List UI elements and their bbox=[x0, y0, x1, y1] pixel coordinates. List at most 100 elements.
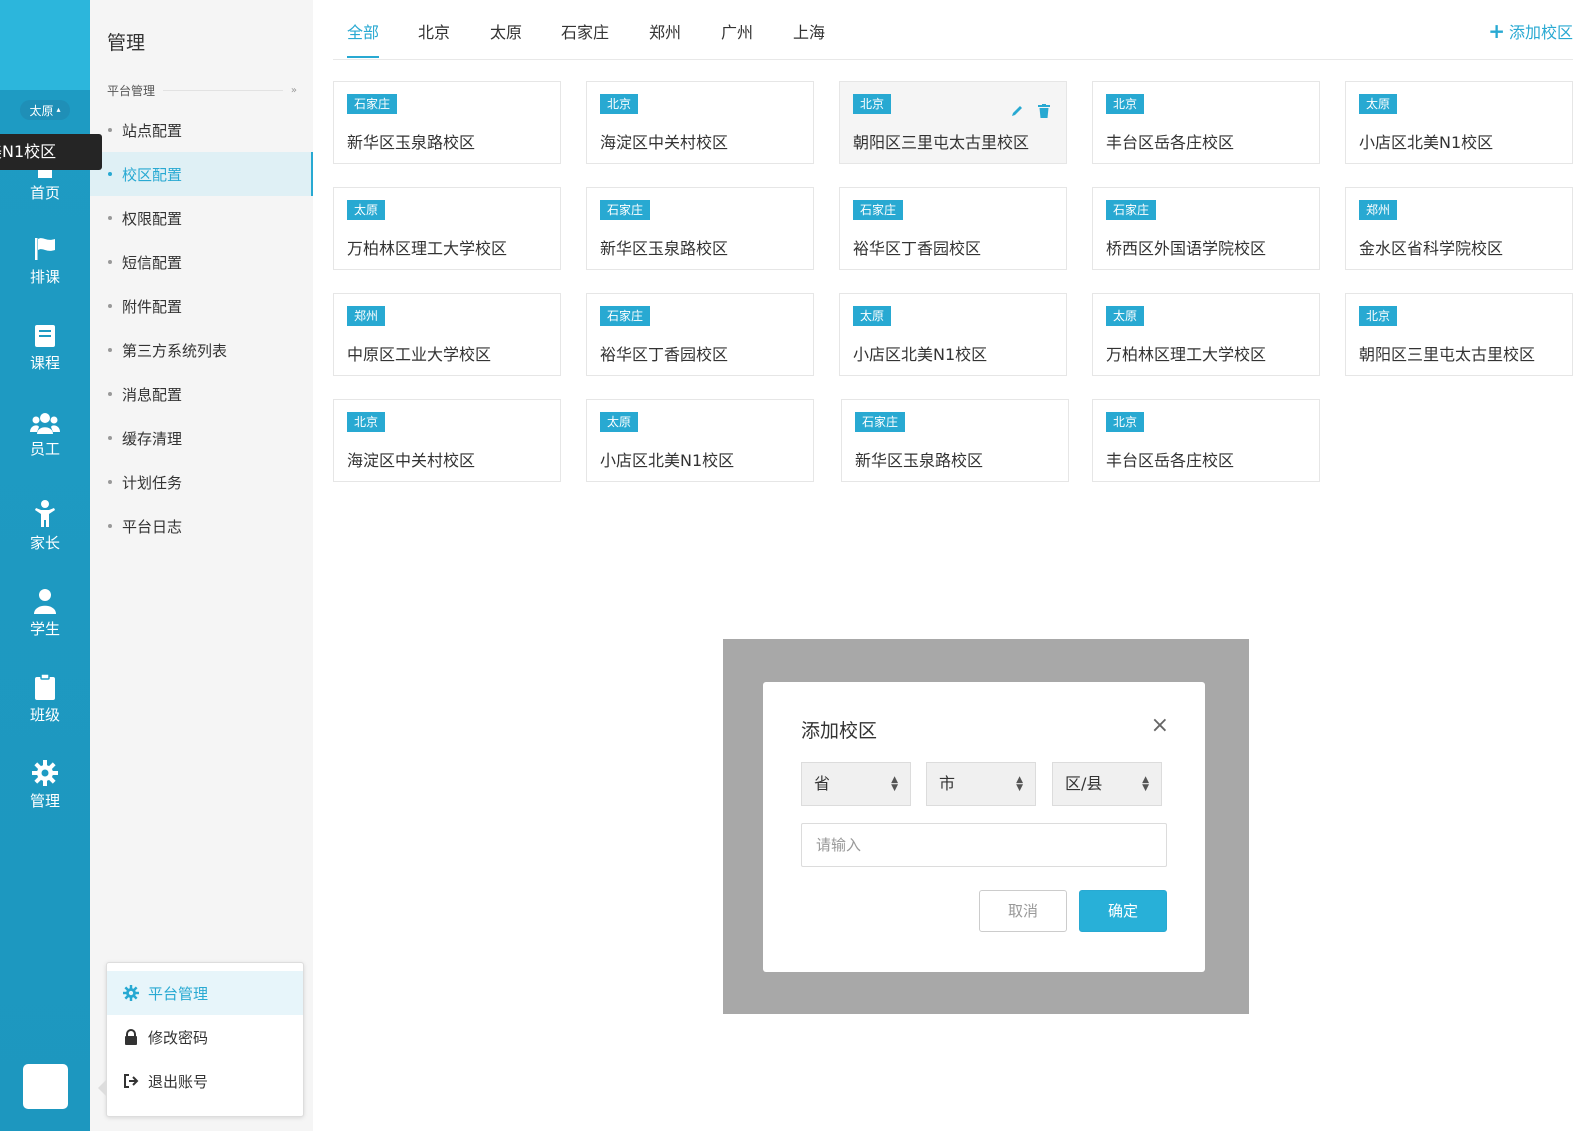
campus-card[interactable]: 太原 万柏林区理工大学校区 bbox=[333, 187, 561, 270]
city-badge: 北京 bbox=[600, 94, 639, 114]
sidebar-item-cache-clear[interactable]: 缓存清理 bbox=[90, 416, 313, 460]
campus-card[interactable]: 郑州 中原区工业大学校区 bbox=[333, 293, 561, 376]
campus-card[interactable]: 石家庄 裕华区丁香园校区 bbox=[586, 293, 814, 376]
sidebar-item-permission-config[interactable]: 权限配置 bbox=[90, 196, 313, 240]
nav-course[interactable]: 课程 bbox=[0, 324, 90, 373]
campus-card[interactable]: 石家庄裕华区丁香园校区 bbox=[839, 187, 1067, 270]
campus-card[interactable]: 石家庄 新华区玉泉路校区 bbox=[586, 187, 814, 270]
nav-parent-label: 家长 bbox=[29, 534, 60, 552]
delete-icon[interactable] bbox=[1038, 104, 1050, 118]
city-badge: 北京 bbox=[1106, 94, 1145, 114]
tab-taiyuan[interactable]: 太原 bbox=[490, 19, 522, 43]
campus-card[interactable]: 北京 丰台区岳各庄校区 bbox=[1092, 81, 1320, 164]
tab-guangzhou[interactable]: 广州 bbox=[721, 19, 753, 43]
tab-zhengzhou[interactable]: 郑州 bbox=[649, 19, 681, 43]
province-select-value: 省 bbox=[814, 774, 831, 793]
popup-item-platform-admin[interactable]: 平台管理 bbox=[107, 971, 303, 1015]
campus-card[interactable]: 郑州 金水区省科学院校区 bbox=[1345, 187, 1573, 270]
campus-card[interactable]: 太原 小店区北美N1校区 bbox=[839, 293, 1067, 376]
campus-card[interactable]: 北京 朝阳区三里屯太古里校区 bbox=[839, 81, 1067, 164]
bullet bbox=[108, 128, 112, 132]
cancel-button[interactable]: 取消 bbox=[979, 890, 1067, 932]
campus-card[interactable]: 太原小店区北美N1校区 bbox=[586, 399, 814, 482]
campus-name: 裕华区丁香园校区 bbox=[600, 345, 729, 364]
close-icon[interactable]: × bbox=[1151, 715, 1169, 737]
nav-parent[interactable]: 家长 bbox=[0, 500, 90, 553]
bullet bbox=[108, 480, 112, 484]
city-select[interactable]: 市 ▲ ▼ bbox=[926, 762, 1036, 806]
sidebar-item-site-config[interactable]: 站点配置 bbox=[90, 108, 313, 152]
flag-icon bbox=[35, 238, 55, 260]
nav-class[interactable]: 班级 bbox=[0, 674, 90, 725]
campus-card[interactable]: 石家庄 新华区玉泉路校区 bbox=[333, 81, 561, 164]
gear-icon bbox=[123, 985, 139, 1001]
city-badge: 太原 bbox=[600, 412, 639, 432]
campus-card[interactable]: 北京 朝阳区三里屯太古里校区 bbox=[1345, 293, 1573, 376]
popup-item-label: 退出账号 bbox=[148, 1072, 209, 1091]
sidebar-item-sms-config[interactable]: 短信配置 bbox=[90, 240, 313, 284]
sidebar-item-message-config[interactable]: 消息配置 bbox=[90, 372, 313, 416]
plus-icon: + bbox=[1488, 19, 1505, 43]
nav-admin-label: 管理 bbox=[29, 792, 60, 810]
campus-name: 裕华区丁香园校区 bbox=[853, 239, 982, 258]
sidebar-title: 管理 bbox=[107, 32, 146, 54]
campus-card[interactable]: 太原 小店区北美N1校区 bbox=[1345, 81, 1573, 164]
nav-student-label: 学生 bbox=[29, 620, 60, 638]
campus-card[interactable]: 石家庄 桥西区外国语学院校区 bbox=[1092, 187, 1320, 270]
sidebar-item-scheduled-tasks[interactable]: 计划任务 bbox=[90, 460, 313, 504]
logo-area bbox=[0, 0, 90, 90]
sidebar-item-campus-config[interactable]: 校区配置 bbox=[90, 152, 313, 196]
avatar[interactable] bbox=[23, 1064, 68, 1109]
add-campus-button[interactable]: + 添加校区 bbox=[1488, 19, 1573, 43]
bullet bbox=[108, 348, 112, 352]
lock-icon bbox=[125, 1029, 137, 1045]
tab-beijing[interactable]: 北京 bbox=[418, 19, 450, 43]
popup-item-logout[interactable]: 退出账号 bbox=[107, 1059, 303, 1103]
nav-schedule[interactable]: 排课 bbox=[0, 236, 90, 287]
sidebar-group-header[interactable]: 平台管理 » bbox=[107, 80, 297, 100]
popup-item-label: 平台管理 bbox=[148, 984, 209, 1003]
campus-name-input[interactable] bbox=[801, 823, 1167, 867]
gear-icon bbox=[32, 760, 58, 786]
edit-icon[interactable] bbox=[1010, 104, 1024, 118]
tab-all[interactable]: 全部 bbox=[347, 19, 380, 58]
campus-card[interactable]: 北京 海淀区中关村校区 bbox=[333, 399, 561, 482]
city-badge: 太原 bbox=[1106, 306, 1145, 326]
campus-card[interactable]: 石家庄 新华区玉泉路校区 bbox=[841, 399, 1069, 482]
sidebar-item-platform-log[interactable]: 平台日志 bbox=[90, 504, 313, 548]
tab-shijiazhuang[interactable]: 石家庄 bbox=[561, 19, 609, 43]
campus-name: 海淀区中关村校区 bbox=[600, 133, 729, 152]
campus-card[interactable]: 北京海淀区中关村校区 bbox=[586, 81, 814, 164]
sidebar-item-label: 校区配置 bbox=[122, 165, 183, 184]
province-select[interactable]: 省 ▲ ▼ bbox=[801, 762, 911, 806]
district-select[interactable]: 区/县 ▲ ▼ bbox=[1052, 762, 1162, 806]
sidebar-item-label: 计划任务 bbox=[122, 473, 183, 492]
tab-shanghai[interactable]: 上海 bbox=[793, 19, 825, 43]
city-badge: 石家庄 bbox=[600, 200, 651, 220]
sidebar-menu: 站点配置 校区配置 权限配置 短信配置 附件配置 第三方系统列表 消息配置 缓存… bbox=[90, 108, 313, 548]
city-tabs: 全部 北京 太原 石家庄 郑州 广州 上海 + 添加校区 bbox=[333, 0, 1573, 60]
city-badge: 太原 bbox=[347, 200, 386, 220]
city-select-value: 市 bbox=[939, 774, 956, 793]
campus-name: 小店区北美N1校区 bbox=[600, 451, 735, 470]
add-campus-label: 添加校区 bbox=[1508, 23, 1573, 42]
nav-student[interactable]: 学生 bbox=[0, 588, 90, 639]
campus-name: 海淀区中关村校区 bbox=[347, 451, 476, 470]
sidebar-item-attachment-config[interactable]: 附件配置 bbox=[90, 284, 313, 328]
campus-tooltip: 美N1校区 bbox=[0, 134, 102, 170]
campus-card[interactable]: 太原 万柏林区理工大学校区 bbox=[1092, 293, 1320, 376]
chevron-down-icon: » bbox=[290, 84, 297, 96]
add-campus-dialog: 添加校区 × 省 ▲▼ 市 ▲▼ 区/县 ▲▼ 取消 确定 bbox=[763, 682, 1205, 972]
nav-staff[interactable]: 员工 bbox=[0, 412, 90, 459]
sidebar-item-third-party[interactable]: 第三方系统列表 bbox=[90, 328, 313, 372]
confirm-button[interactable]: 确定 bbox=[1079, 890, 1167, 932]
popup-item-change-password[interactable]: 修改密码 bbox=[107, 1015, 303, 1059]
nav-admin[interactable]: 管理 bbox=[0, 760, 90, 811]
city-badge: 石家庄 bbox=[853, 200, 904, 220]
sidebar-item-label: 短信配置 bbox=[122, 253, 183, 272]
city-switcher[interactable]: 太原 ▴ bbox=[20, 100, 70, 120]
bullet bbox=[108, 216, 112, 220]
campus-card[interactable]: 北京 丰台区岳各庄校区 bbox=[1092, 399, 1320, 482]
city-badge: 郑州 bbox=[347, 306, 386, 326]
sidebar-item-label: 缓存清理 bbox=[122, 429, 183, 448]
